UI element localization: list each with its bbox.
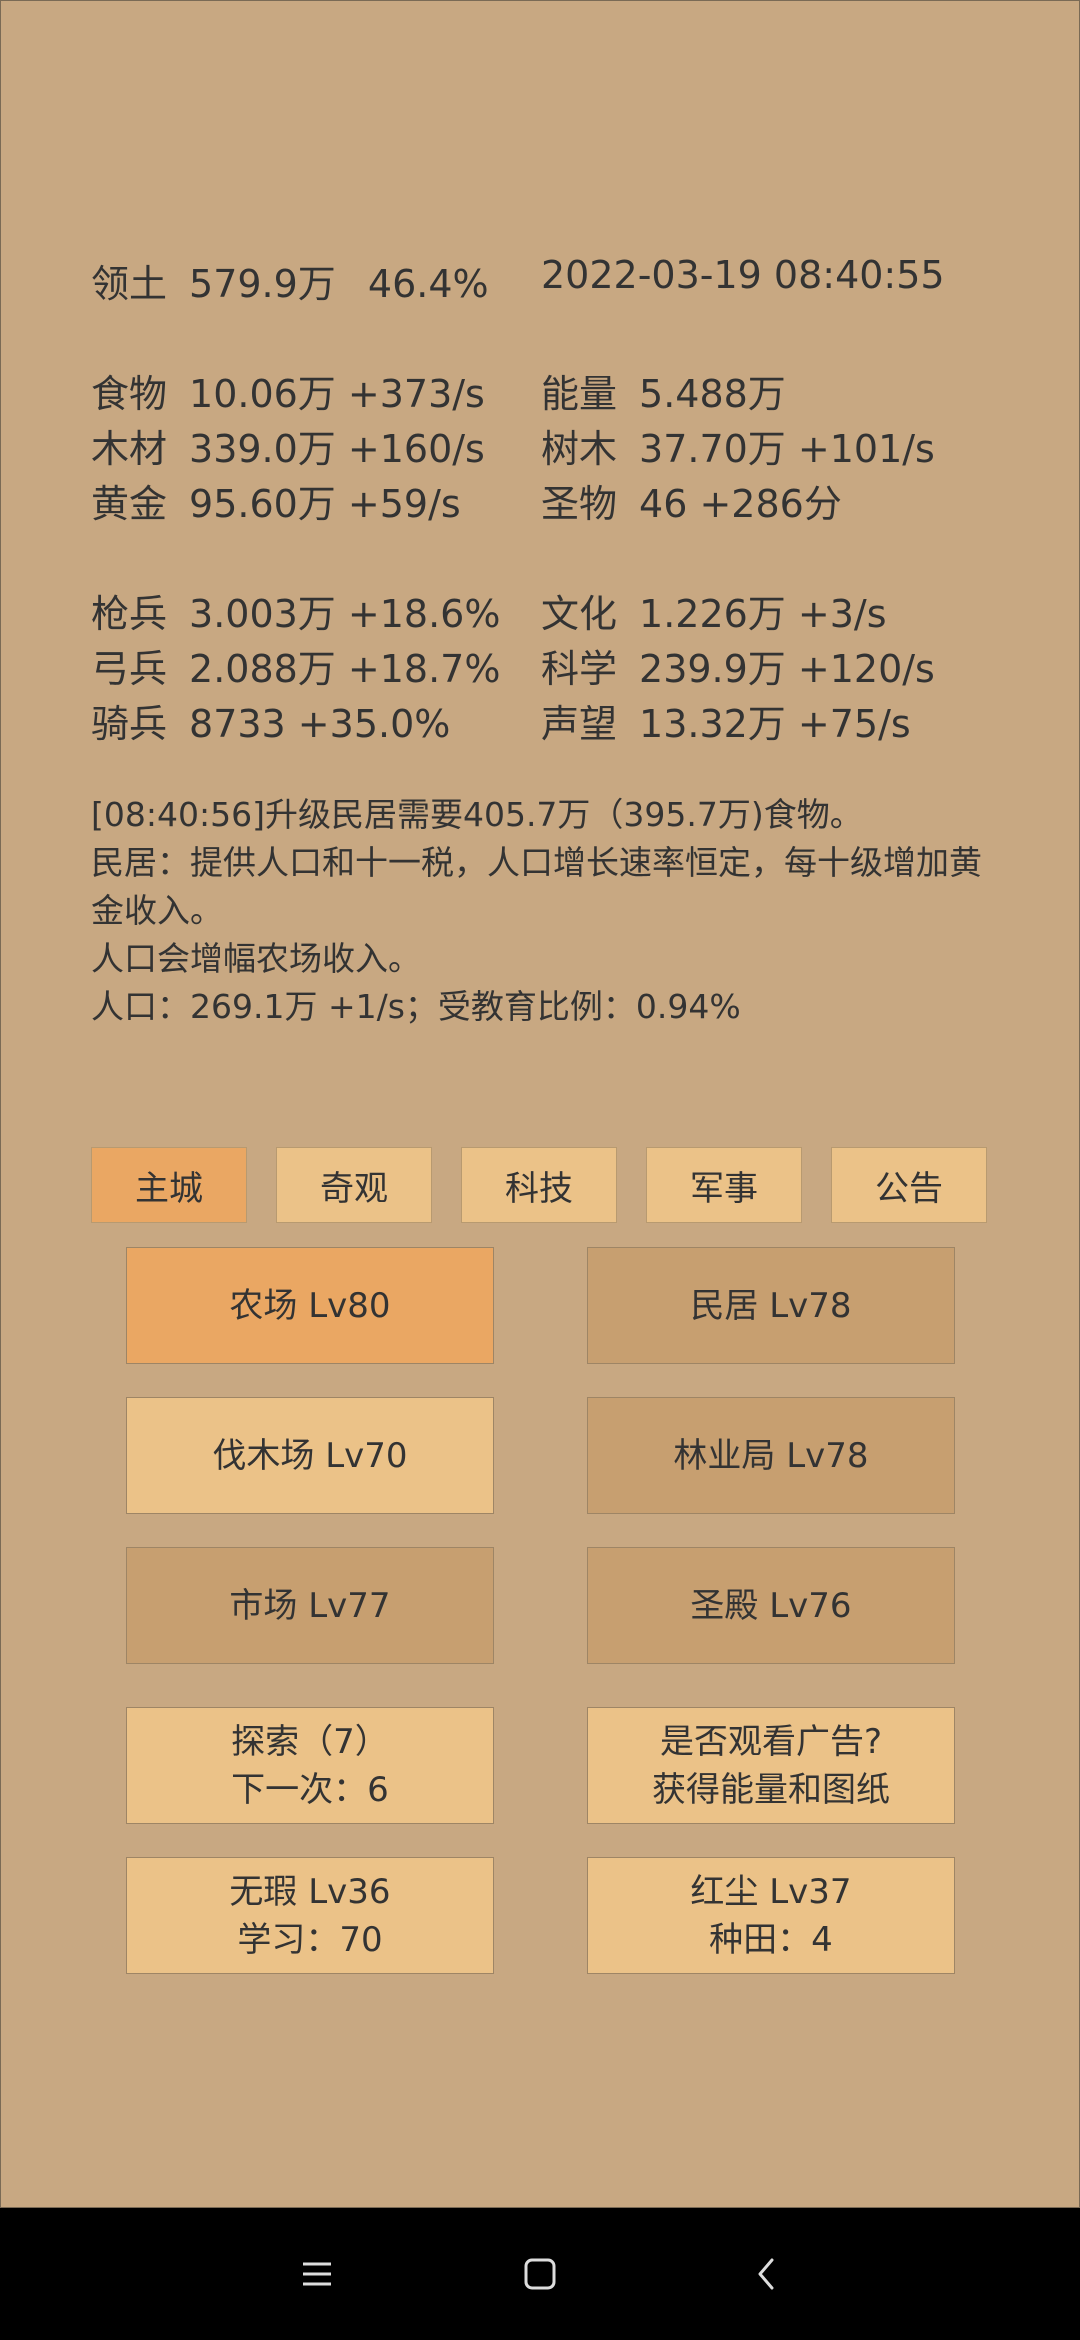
resource-wood: 木材 339.0万 +160/s	[91, 418, 485, 473]
stat-science: 科学 239.9万 +120/s	[541, 638, 935, 693]
home-button[interactable]	[480, 2208, 600, 2340]
log-line: 人口：269.1万 +1/s；受教育比例：0.94%	[91, 987, 741, 1026]
resource-value: 37.70万 +101/s	[639, 427, 935, 471]
stat-name: 声望	[541, 702, 618, 746]
unit-spearman: 枪兵 3.003万 +18.6%	[91, 583, 500, 638]
resource-value: 5.488万	[639, 372, 786, 416]
resource-name: 木材	[91, 427, 168, 471]
building-label: 民居 Lv78	[690, 1285, 852, 1326]
tab-military[interactable]: 军事	[646, 1147, 802, 1223]
resource-value: 339.0万 +160/s	[189, 427, 485, 471]
menu-icon	[303, 2262, 331, 2286]
unit-value: 2.088万 +18.7%	[189, 647, 501, 691]
tab-tech[interactable]: 科技	[461, 1147, 617, 1223]
resource-energy: 能量 5.488万	[541, 363, 786, 418]
resource-gold: 黄金 95.60万 +59/s	[91, 473, 461, 528]
territory-value: 579.9万	[189, 262, 336, 306]
hongchen-farming: 种田：4	[709, 1919, 833, 1960]
wuxia-label: 无瑕 Lv36	[229, 1871, 391, 1912]
tab-notice[interactable]: 公告	[831, 1147, 987, 1223]
system-navigation-bar	[0, 2208, 1080, 2340]
home-icon	[524, 2258, 556, 2290]
stat-name: 文化	[541, 592, 618, 636]
ad-label: 是否观看广告?	[659, 1721, 883, 1762]
building-label: 林业局 Lv78	[673, 1435, 869, 1476]
building-farm-button[interactable]: 农场 Lv80	[126, 1247, 494, 1364]
explore-button[interactable]: 探索（7） 下一次：6	[126, 1707, 494, 1824]
log-line: [08:40:56]升级民居需要405.7万（395.7万)食物。	[91, 795, 863, 834]
stat-value: 1.226万 +3/s	[639, 592, 887, 636]
log-line: 民居：提供人口和十一税，人口增长速率恒定，每十级增加黄金收入。	[91, 843, 982, 930]
wuxia-button[interactable]: 无瑕 Lv36 学习：70	[126, 1857, 494, 1974]
back-button[interactable]	[706, 2208, 826, 2340]
explore-next: 下一次：6	[231, 1769, 389, 1810]
stat-value: 239.9万 +120/s	[639, 647, 935, 691]
territory-row: 领土 579.9万 46.4%	[91, 253, 489, 308]
stat-value: 13.32万 +75/s	[639, 702, 911, 746]
resource-name: 圣物	[541, 482, 618, 526]
game-screen: 领土 579.9万 46.4% 2022-03-19 08:40:55 食物 10.…	[0, 0, 1080, 2208]
tab-main-city[interactable]: 主城	[91, 1147, 247, 1223]
resource-value: 46 +286分	[639, 482, 842, 526]
tab-wonders[interactable]: 奇观	[276, 1147, 432, 1223]
unit-value: 3.003万 +18.6%	[189, 592, 501, 636]
building-lumber-button[interactable]: 伐木场 Lv70	[126, 1397, 494, 1514]
building-temple-button[interactable]: 圣殿 Lv76	[587, 1547, 955, 1664]
unit-cavalry: 骑兵 8733 +35.0%	[91, 693, 450, 748]
resource-relics: 圣物 46 +286分	[541, 473, 842, 528]
stat-name: 科学	[541, 647, 618, 691]
unit-archer: 弓兵 2.088万 +18.7%	[91, 638, 500, 693]
resource-food: 食物 10.06万 +373/s	[91, 363, 485, 418]
watch-ad-button[interactable]: 是否观看广告? 获得能量和图纸	[587, 1707, 955, 1824]
datetime: 2022-03-19 08:40:55	[541, 253, 945, 297]
building-label: 农场 Lv80	[229, 1285, 391, 1326]
building-market-button[interactable]: 市场 Lv77	[126, 1547, 494, 1664]
ad-reward: 获得能量和图纸	[652, 1769, 890, 1810]
wuxia-study: 学习：70	[237, 1919, 383, 1960]
stat-prestige: 声望 13.32万 +75/s	[541, 693, 911, 748]
unit-value: 8733 +35.0%	[189, 702, 451, 746]
unit-name: 枪兵	[91, 592, 168, 636]
unit-name: 骑兵	[91, 702, 168, 746]
building-label: 圣殿 Lv76	[690, 1585, 852, 1626]
building-forestry-button[interactable]: 林业局 Lv78	[587, 1397, 955, 1514]
log-line: 人口会增幅农场收入。	[91, 939, 421, 978]
hongchen-button[interactable]: 红尘 Lv37 种田：4	[587, 1857, 955, 1974]
message-log: [08:40:56]升级民居需要405.7万（395.7万)食物。 民居：提供人…	[91, 791, 991, 1031]
resource-trees: 树木 37.70万 +101/s	[541, 418, 935, 473]
resource-value: 95.60万 +59/s	[189, 482, 461, 526]
building-label: 市场 Lv77	[229, 1585, 391, 1626]
unit-name: 弓兵	[91, 647, 168, 691]
building-housing-button[interactable]: 民居 Lv78	[587, 1247, 955, 1364]
resource-name: 树木	[541, 427, 618, 471]
explore-label: 探索（7）	[231, 1721, 389, 1762]
hongchen-label: 红尘 Lv37	[690, 1871, 852, 1912]
building-label: 伐木场 Lv70	[212, 1435, 408, 1476]
resource-value: 10.06万 +373/s	[189, 372, 485, 416]
menu-button[interactable]	[257, 2208, 377, 2340]
back-icon	[758, 2258, 774, 2290]
resource-name: 食物	[91, 372, 168, 416]
territory-label: 领土	[91, 262, 168, 306]
resource-name: 能量	[541, 372, 618, 416]
territory-percent: 46.4%	[367, 262, 489, 306]
resource-name: 黄金	[91, 482, 168, 526]
stat-culture: 文化 1.226万 +3/s	[541, 583, 887, 638]
